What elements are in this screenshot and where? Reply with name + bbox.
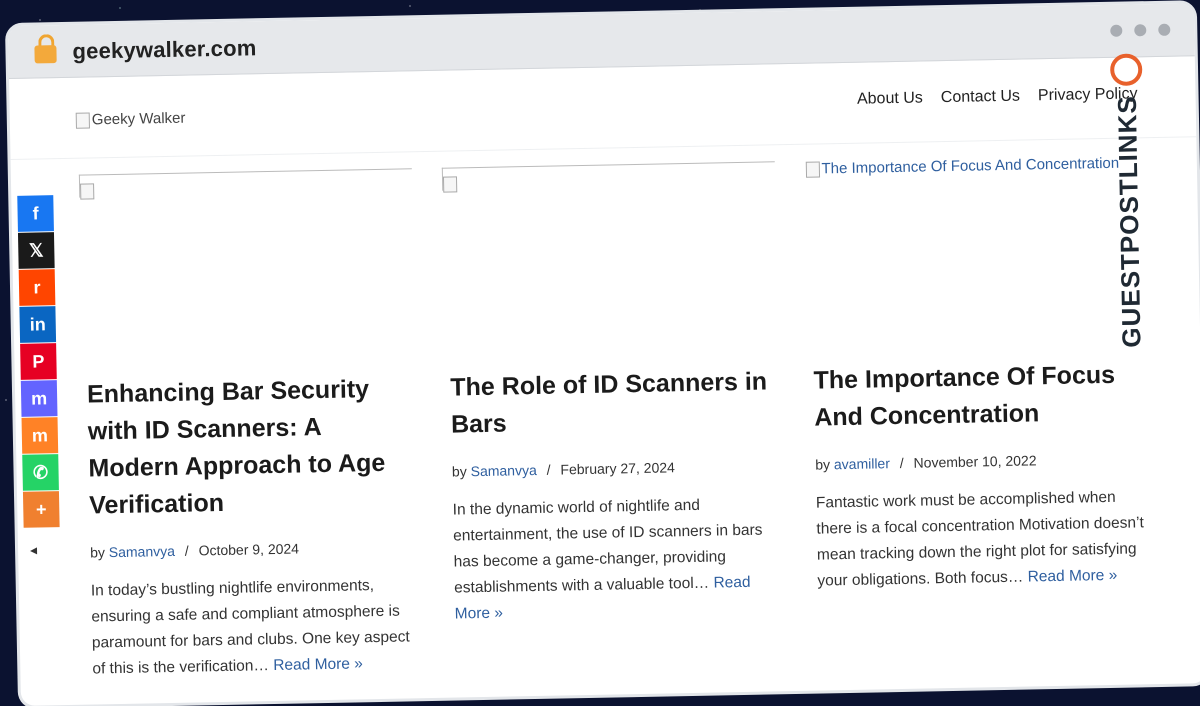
pinterest-share-icon[interactable]: P [20, 343, 57, 380]
post-date: October 9, 2024 [198, 540, 300, 559]
post-excerpt: Fantastic work must be accomplished when… [816, 484, 1147, 594]
post-title[interactable]: The Role of ID Scanners in Bars [450, 363, 781, 443]
broken-image-icon [75, 111, 90, 129]
nav-contact-us[interactable]: Contact Us [941, 88, 1020, 108]
more-share-icon[interactable]: + [22, 491, 60, 528]
post-card: The Role of ID Scanners in Bars by Saman… [442, 161, 785, 675]
meta-by: by [89, 544, 106, 561]
post-excerpt: In today’s bustling nightlife environmen… [91, 572, 422, 682]
meta-by: by [451, 463, 467, 480]
meta-by: by [815, 456, 831, 473]
post-excerpt: In the dynamic world of nightlife and en… [452, 491, 784, 627]
site-logo[interactable]: Geeky Walker [75, 109, 186, 129]
brand-label: GUESTPOSTLINKS [1110, 95, 1146, 348]
lock-icon [34, 34, 57, 64]
mix-share-icon[interactable]: m [21, 417, 59, 454]
post-card: The Importance Of Focus And Concentratio… [805, 154, 1148, 668]
post-thumbnail[interactable] [442, 161, 779, 345]
nav-about-us[interactable]: About Us [857, 89, 923, 108]
hide-share-icon[interactable]: ◂ [30, 541, 62, 559]
post-meta: by avamiller / November 10, 2022 [815, 450, 1145, 472]
post-author[interactable]: avamiller [834, 455, 890, 472]
post-author[interactable]: Samanvya [470, 462, 536, 479]
linkedin-share-icon[interactable]: in [19, 306, 57, 343]
broken-image-frame [78, 168, 413, 200]
window-dot-icon[interactable] [1158, 23, 1171, 36]
post-image-alt-text: The Importance Of Focus And Concentratio… [821, 154, 1120, 178]
post-card: Enhancing Bar Security with ID Scanners:… [78, 168, 422, 682]
whatsapp-share-icon[interactable]: ✆ [22, 454, 59, 491]
post-grid: Enhancing Bar Security with ID Scanners:… [78, 154, 1149, 682]
reddit-share-icon[interactable]: r [18, 269, 56, 306]
link-chain-icon [1109, 53, 1143, 86]
browser-window: geekywalker.com Geeky Walker About Us Co… [8, 3, 1200, 706]
window-dot-icon[interactable] [1110, 24, 1123, 37]
post-meta: by Samanvya / October 9, 2024 [89, 538, 420, 561]
read-more-link[interactable]: Read More » [273, 655, 363, 674]
site-logo-alt: Geeky Walker [91, 109, 186, 129]
broken-image-icon [805, 160, 820, 178]
post-title[interactable]: Enhancing Bar Security with ID Scanners:… [87, 370, 419, 524]
meta-separator: / [899, 454, 904, 471]
window-controls [1110, 23, 1171, 37]
guestpostlinks-brand: GUESTPOSTLINKS [1109, 53, 1148, 348]
address-bar-url[interactable]: geekywalker.com [72, 35, 256, 65]
facebook-share-icon[interactable]: f [17, 195, 54, 232]
broken-image-icon [443, 176, 458, 193]
x-share-icon[interactable]: 𝕏 [17, 232, 55, 269]
social-share-bar: f 𝕏r in Pm m ✆ + ◂ [17, 195, 62, 559]
meta-separator: / [184, 542, 189, 559]
meta-separator: / [546, 461, 551, 478]
window-dot-icon[interactable] [1134, 24, 1147, 37]
post-author[interactable]: Samanvya [109, 543, 175, 560]
post-thumbnail[interactable]: The Importance Of Focus And Concentratio… [805, 154, 1142, 338]
post-date: February 27, 2024 [560, 459, 675, 478]
broken-image-frame [442, 161, 776, 193]
mastodon-share-icon[interactable]: m [20, 380, 58, 417]
post-date: November 10, 2022 [913, 452, 1037, 471]
post-image-alt: The Importance Of Focus And Concentratio… [805, 154, 1139, 177]
broken-image-icon [80, 183, 95, 200]
main-nav: About Us Contact Us Privacy Policy [857, 85, 1138, 108]
post-title[interactable]: The Importance Of Focus And Concentratio… [813, 356, 1144, 436]
read-more-link[interactable]: Read More » [1027, 567, 1117, 586]
post-thumbnail[interactable] [78, 168, 416, 352]
post-meta: by Samanvya / February 27, 2024 [452, 457, 782, 479]
